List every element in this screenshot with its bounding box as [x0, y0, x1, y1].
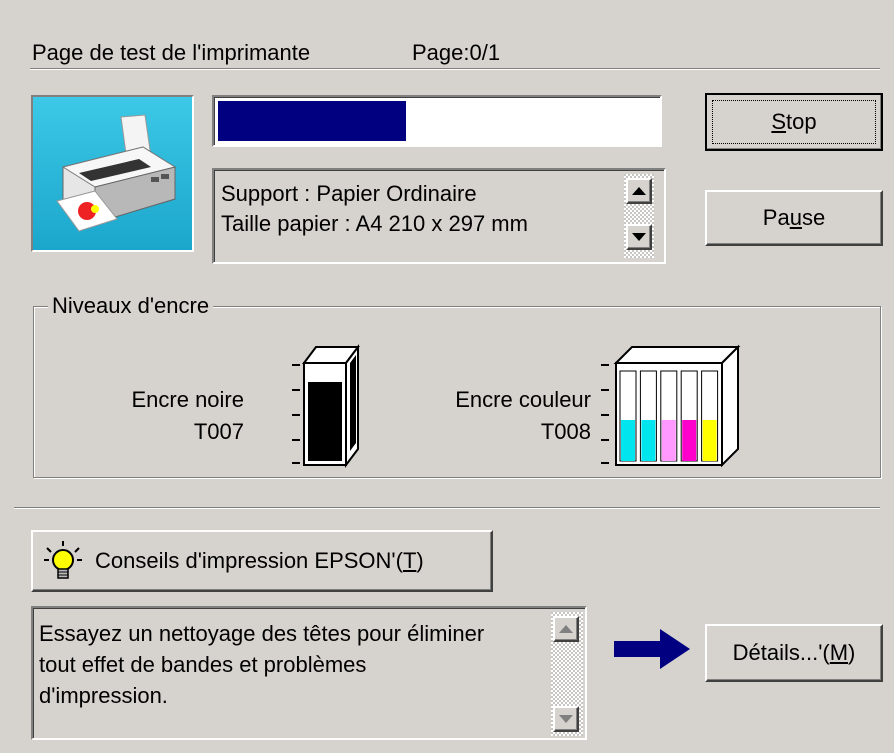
document-title: Page de test de l'imprimante — [32, 40, 311, 65]
lightbulb-icon — [44, 541, 82, 579]
ink-level-fill — [682, 420, 697, 461]
tips-line: tout effet de bandes et problèmes — [39, 652, 367, 677]
arrow-right-icon — [614, 629, 690, 669]
arrow-down-icon — [559, 715, 573, 723]
info-line: Taille papier : A4 210 x 297 mm — [221, 211, 528, 236]
printer-icon — [33, 97, 192, 250]
info-line: Support : Papier Ordinaire — [221, 181, 477, 206]
scroll-up-button[interactable] — [626, 178, 652, 204]
stop-button[interactable]: Stop — [705, 93, 883, 151]
ink-level-fill — [702, 420, 717, 461]
ink-cartridge-black-icon — [302, 344, 360, 468]
ink-level-fill — [641, 420, 656, 461]
arrow-up-icon — [632, 187, 646, 195]
ink-levels-title: Niveaux d'encre — [48, 293, 214, 319]
black-ink-code: T007 — [193, 419, 244, 444]
color-ink-scale — [601, 362, 609, 466]
black-ink-name: Encre noire — [131, 387, 244, 412]
print-progress-fill — [218, 101, 406, 141]
ink-level-fill — [661, 420, 676, 461]
ink-cartridge-color-icon — [613, 344, 741, 468]
printer-image-frame — [31, 95, 194, 252]
tips-line: d'impression. — [39, 683, 168, 708]
black-ink-scale — [292, 362, 300, 466]
tips-scroll-up-button[interactable] — [553, 616, 579, 642]
color-ink-name: Encre couleur — [455, 387, 591, 412]
scroll-down-button[interactable] — [626, 224, 652, 250]
details-button[interactable]: Détails...'(M) — [705, 624, 883, 682]
tips-scroll-down-button[interactable] — [553, 706, 579, 732]
print-info-box: Support : Papier Ordinaire Taille papier… — [212, 168, 666, 264]
tips-text-box: Essayez un nettoyage des têtes pour élim… — [31, 606, 587, 740]
arrow-up-icon — [559, 625, 573, 633]
print-tips-button[interactable]: Conseils d'impression EPSON'(T) — [31, 530, 493, 592]
pause-button[interactable]: Pa u se — [705, 190, 883, 246]
color-ink-code: T008 — [540, 419, 591, 444]
print-progress-bar — [212, 95, 662, 147]
arrow-down-icon — [632, 233, 646, 241]
page-counter: Page:0/1 — [412, 40, 501, 65]
tips-line: Essayez un nettoyage des têtes pour élim… — [39, 621, 485, 646]
ink-level-fill — [621, 420, 635, 461]
